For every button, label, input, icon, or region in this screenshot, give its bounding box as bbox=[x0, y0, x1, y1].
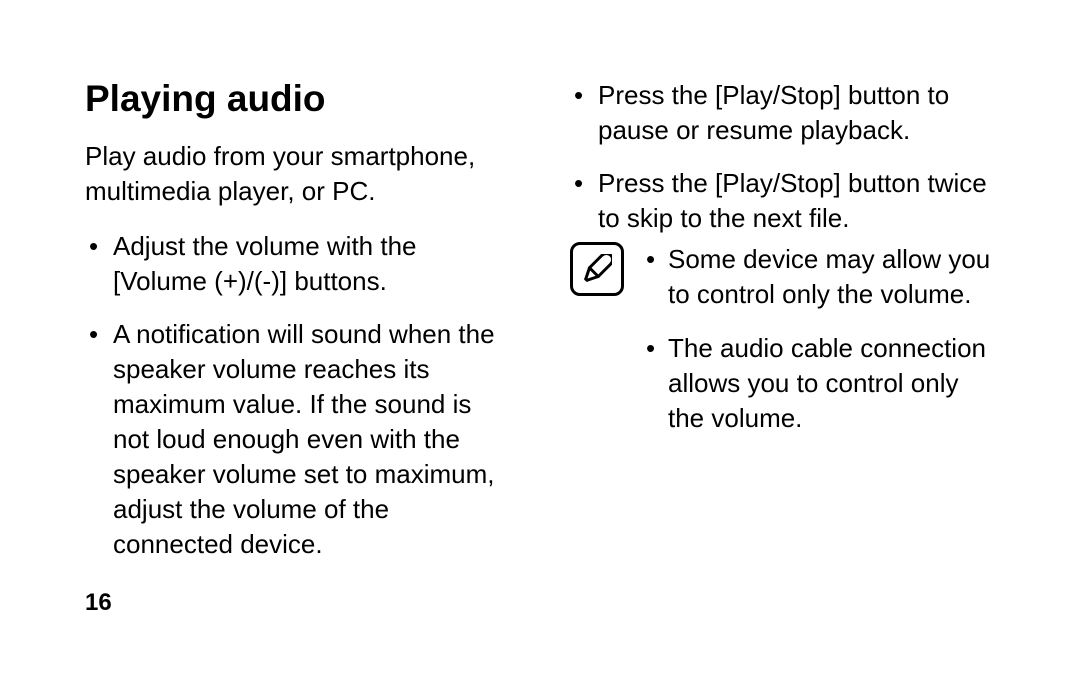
list-item: Some device may allow you to control onl… bbox=[642, 242, 995, 312]
note-block: Some device may allow you to control onl… bbox=[570, 242, 995, 453]
section-heading: Playing audio bbox=[85, 78, 510, 121]
list-item: Adjust the volume with the [Volume (+)/(… bbox=[85, 229, 510, 299]
page-number: 16 bbox=[85, 589, 112, 617]
list-item: A notification will sound when the speak… bbox=[85, 317, 510, 563]
intro-paragraph: Play audio from your smartphone, multime… bbox=[85, 139, 510, 209]
list-item: The audio cable connection allows you to… bbox=[642, 331, 995, 436]
list-item: Press the [Play/Stop] button twice to sk… bbox=[570, 166, 995, 236]
pencil-note-icon bbox=[570, 242, 624, 296]
list-item: Press the [Play/Stop] button to pause or… bbox=[570, 78, 995, 148]
text-columns: Playing audio Play audio from your smart… bbox=[85, 78, 995, 563]
manual-page: Playing audio Play audio from your smart… bbox=[0, 0, 1080, 675]
note-bullet-list: Some device may allow you to control onl… bbox=[642, 242, 995, 453]
